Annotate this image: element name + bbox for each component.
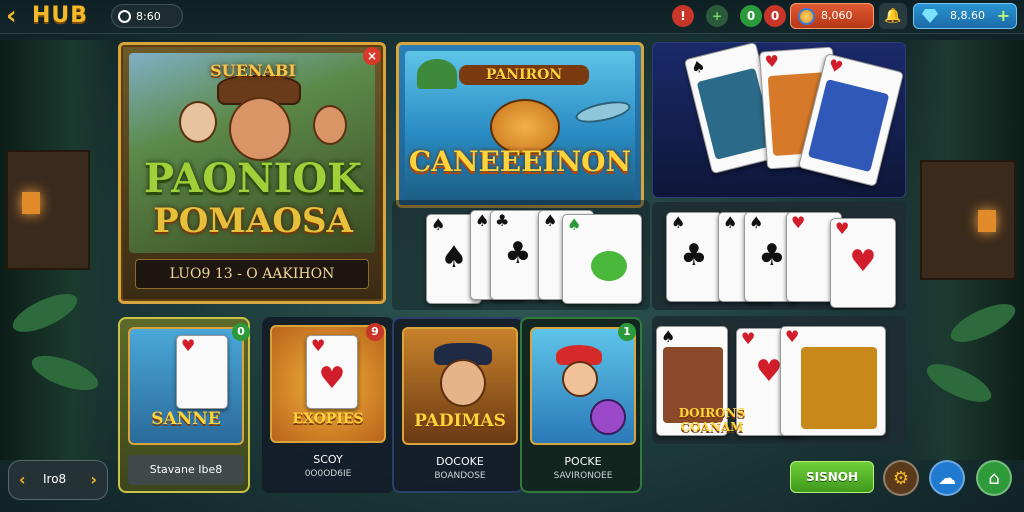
hut-illustration	[6, 150, 90, 270]
leaf-decoration	[27, 348, 103, 398]
add-friend-icon[interactable]: +	[706, 5, 728, 27]
jungle-background-left	[0, 40, 120, 460]
primary-action-button[interactable]: SISNOH	[790, 461, 874, 493]
game-art-title: PADIMAS	[414, 411, 506, 431]
settings-gear-icon[interactable]: ⚙	[883, 460, 919, 496]
notification-icon[interactable]: !	[672, 5, 694, 27]
card-game-showcase[interactable]: ♠ ♥ ♥	[652, 42, 906, 198]
game-label: SCOY	[313, 453, 343, 466]
game-label: POCKE	[564, 455, 602, 468]
card-game-panel-bottom[interactable]: ♠ ♥ ♥ ♥ DOIRONS COANAM	[652, 316, 906, 444]
page-navigator: ‹ Iro8 ›	[8, 460, 108, 500]
jungle-background-right	[899, 40, 1024, 460]
game-sublabel: SAVIRONOEE	[553, 471, 613, 481]
leaf-decoration	[921, 356, 997, 410]
featured-game-tile-large[interactable]: × SUENABI PAONIOK POMAOSA LUO9 13 - O AA…	[118, 42, 386, 304]
playing-card: ♥ ♥	[306, 335, 358, 409]
timer-value: 8:60	[136, 10, 161, 23]
playing-card: ♥ ♥	[830, 218, 896, 308]
character-face	[440, 359, 486, 407]
game-badge: 1	[618, 323, 636, 341]
top-bar: ‹ HUB 8:60 ! + 0 0 8,060 🔔 8,8.60 +	[0, 0, 1024, 34]
game-label: DOCOKE	[436, 455, 484, 468]
green-creature	[591, 251, 627, 281]
leaf-decoration	[945, 296, 1021, 350]
featured-game-tile-wide[interactable]: PANIRON CANEEEINON	[396, 42, 644, 208]
red-alert-icon[interactable]: 0	[764, 5, 786, 27]
featured-subtitle: LUO9 13 - O AAKIHON	[135, 259, 369, 289]
purple-shield	[590, 399, 626, 435]
playing-card: ♥	[176, 335, 228, 409]
close-icon[interactable]: ×	[363, 47, 381, 65]
green-status-icon[interactable]: 0	[740, 5, 762, 27]
game-art-title: EXOPIES	[292, 411, 364, 427]
game-badge: 9	[366, 323, 384, 341]
game-tile-2[interactable]: 9 ♥ ♥ EXOPIES SCOY 0O0OD6IE	[262, 317, 394, 493]
plus-icon[interactable]: +	[997, 4, 1010, 28]
character-face	[562, 361, 598, 397]
featured-title-line2: POMAOSA	[153, 201, 353, 241]
face-card-art	[807, 79, 890, 173]
coins-balance-button[interactable]: 8,060	[790, 3, 874, 29]
game-art: ♥ ♥ EXOPIES	[270, 325, 386, 443]
playing-card: ♠ ♣	[666, 212, 722, 302]
card-row-panel[interactable]: ♠ ♣ ♠ ♠ ♣ ♥ ♥ ♥	[652, 202, 906, 310]
game-badge: 0	[232, 323, 250, 341]
bell-icon[interactable]: 🔔	[879, 3, 907, 29]
game-tile-3[interactable]: PADIMAS DOCOKE BOANDOSE	[392, 317, 524, 493]
wide-title: CANEEEINON	[408, 145, 632, 178]
game-art	[530, 327, 636, 445]
wide-banner: PANIRON	[459, 65, 589, 85]
chevron-right-icon[interactable]: ›	[90, 470, 97, 489]
game-label: Stavane Ibe8	[149, 463, 223, 476]
game-art: PADIMAS	[402, 327, 518, 445]
game-tile-4[interactable]: 1 POCKE SAVIRONOEE	[520, 317, 642, 493]
shark-character	[573, 97, 633, 127]
game-sublabel: 0O0OD6IE	[304, 469, 352, 479]
playing-card: ♥	[780, 326, 886, 436]
palm-tree-icon	[417, 59, 457, 89]
gems-balance-button[interactable]: 8,8.60 +	[913, 3, 1017, 29]
playing-card-featured: ♠	[562, 214, 642, 304]
game-sublabel: BOANDOSE	[434, 471, 486, 481]
featured-title-line1: PAONIOK	[144, 155, 362, 202]
back-chevron-icon[interactable]: ‹	[6, 3, 32, 30]
game-tile-1[interactable]: 0 ♥ SANNE Stavane Ibe8	[118, 317, 250, 493]
hut-illustration	[920, 160, 1016, 280]
lit-window	[22, 192, 40, 214]
coin-icon	[798, 8, 815, 25]
card-fan-panel[interactable]: ♠ ♠ ♠ ♣ ♣ ♠ ♠	[392, 200, 650, 310]
character-face	[229, 97, 291, 161]
pager-label: Iro8	[43, 472, 67, 486]
character-face	[179, 101, 217, 143]
timer-display: 8:60	[111, 4, 183, 28]
bottom-panel-title: DOIRONS COANAM	[678, 406, 746, 434]
featured-banner: SUENABI	[210, 61, 296, 80]
game-art: ♥ SANNE	[128, 327, 244, 445]
game-art-title: SANNE	[151, 409, 221, 429]
gem-icon	[922, 9, 938, 23]
home-icon[interactable]: ⌂	[976, 460, 1012, 496]
character-face	[313, 105, 347, 145]
page-title: HUB	[32, 3, 89, 28]
face-card-art	[801, 347, 877, 429]
clock-icon	[118, 10, 131, 23]
chat-bubble-icon[interactable]: ☁	[929, 460, 965, 496]
coins-value: 8,060	[821, 9, 853, 22]
leaf-decoration	[7, 286, 83, 340]
chevron-left-icon[interactable]: ‹	[19, 470, 26, 489]
gems-value: 8,8.60	[950, 9, 985, 22]
lit-window	[978, 210, 996, 232]
